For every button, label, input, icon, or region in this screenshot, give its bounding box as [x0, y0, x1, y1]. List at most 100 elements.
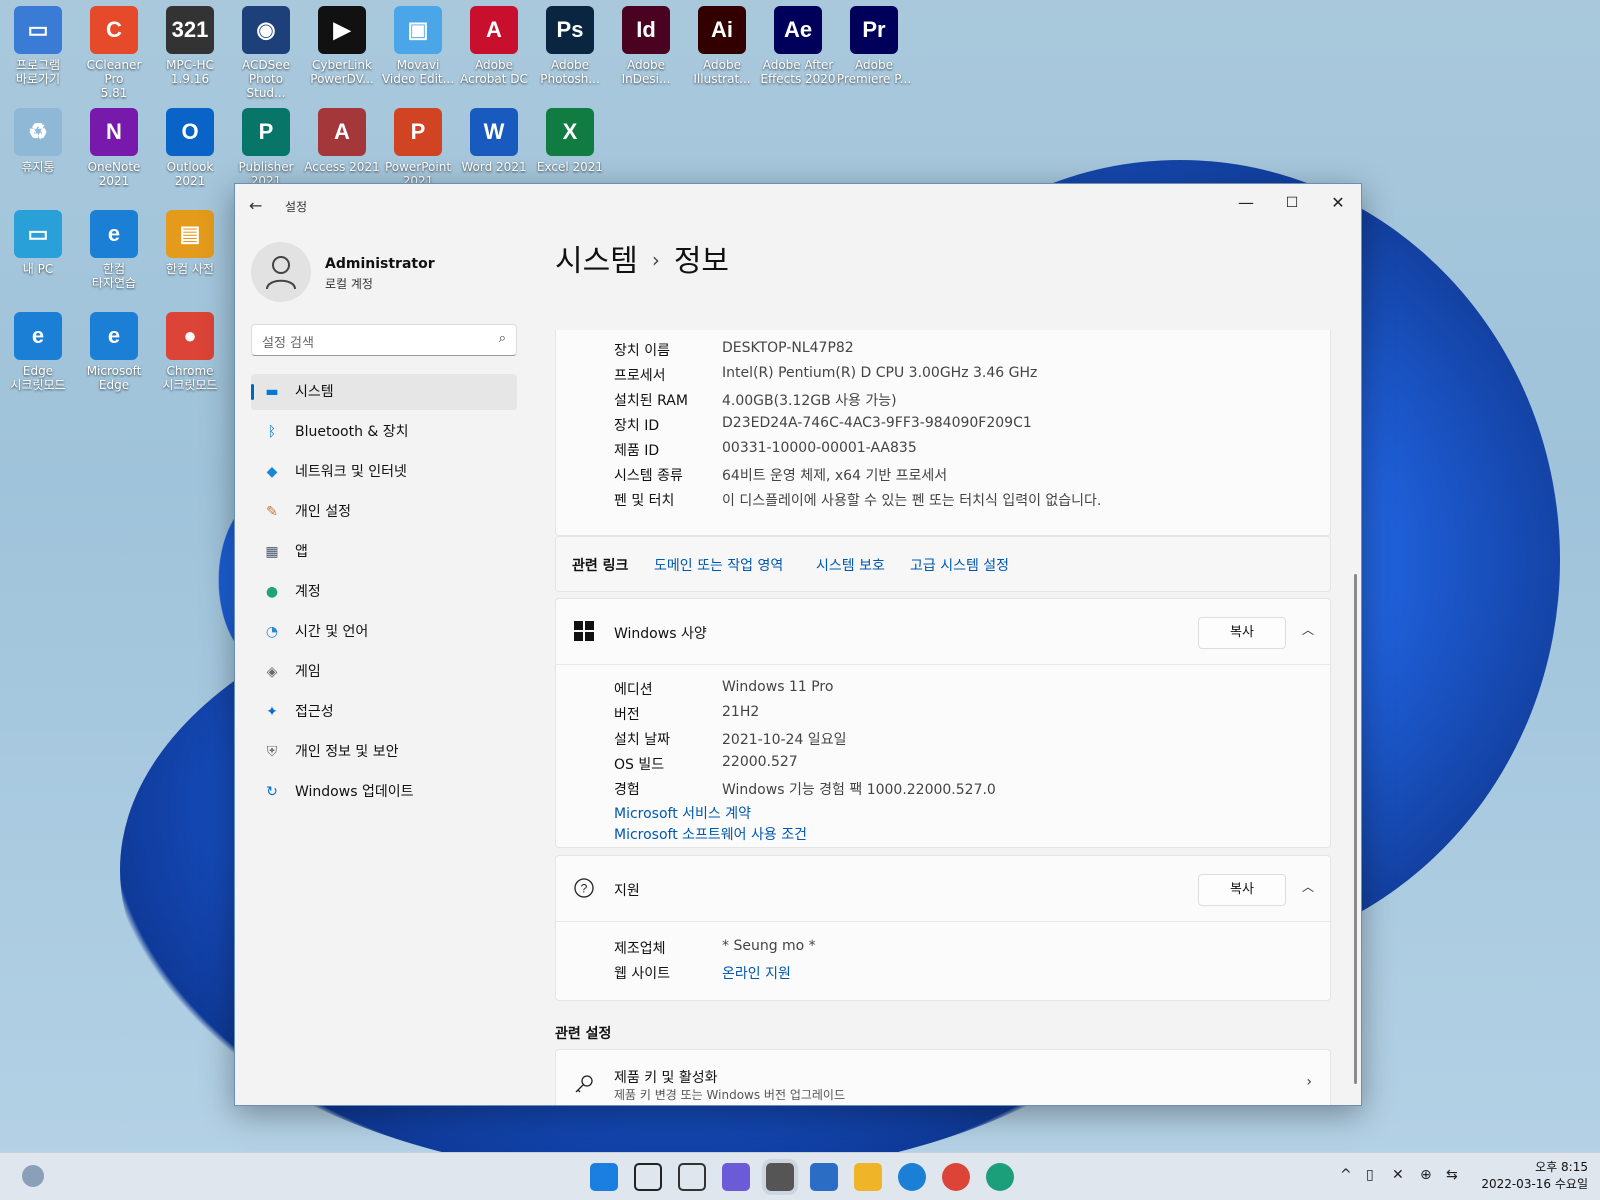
taskbar-start-icon[interactable]: [590, 1163, 618, 1191]
desktop-icon[interactable]: Ps Adobe Photosh...: [532, 6, 608, 86]
avatar: [251, 242, 311, 302]
related-link-domain[interactable]: 도메인 또는 작업 영역: [654, 555, 783, 575]
taskbar-explorer-icon[interactable]: [854, 1163, 882, 1191]
spec-value: 이 디스플레이에 사용할 수 있는 펜 또는 터치식 입력이 없습니다.: [722, 493, 1102, 509]
back-arrow-icon[interactable]: ←: [249, 196, 269, 216]
sidebar-item-label: 개인 정보 및 보안: [295, 744, 399, 760]
chevron-up-icon[interactable]: ︿: [1302, 878, 1314, 895]
desktop-icon[interactable]: C CCleaner Pro 5.81: [76, 6, 152, 100]
desktop-icon[interactable]: ▤ 한컴 사전: [152, 210, 228, 276]
windows-spec-header[interactable]: Windows 사양 복사 ︿: [556, 599, 1330, 665]
spec-value: D23ED24A-746C-4AC3-9FF3-984090F209C1: [722, 415, 1032, 431]
close-button[interactable]: ✕: [1315, 188, 1361, 218]
windows-spec-label: 버전: [614, 707, 640, 723]
desktop-icon[interactable]: Ai Adobe Illustrat...: [684, 6, 760, 86]
ms-license-terms-link[interactable]: Microsoft 소프트웨어 사용 조건: [614, 824, 807, 844]
desktop-icon[interactable]: e Edge 시크릿모드: [0, 312, 76, 392]
desktop-icon-label: CCleaner Pro 5.81: [86, 58, 142, 100]
sidebar-item-label: 개인 설정: [295, 504, 351, 520]
desktop-icon[interactable]: Pr Adobe Premiere P...: [836, 6, 912, 86]
taskbar-store-icon[interactable]: [810, 1163, 838, 1191]
sidebar-item[interactable]: ▦ 앱: [251, 534, 517, 570]
windows-spec-value: 2021-10-24 일요일: [722, 732, 847, 748]
tray-icon[interactable]: ^: [1340, 1167, 1352, 1183]
sidebar-item[interactable]: ⛨ 개인 정보 및 보안: [251, 734, 517, 770]
chevron-right-icon: ›: [1306, 1074, 1312, 1090]
taskbar-chat-icon[interactable]: [722, 1163, 750, 1191]
tray-icon[interactable]: ⇆: [1446, 1167, 1458, 1183]
windows-spec-value: Windows 11 Pro: [722, 679, 834, 695]
taskbar-search-icon[interactable]: [634, 1163, 662, 1191]
desktop-icon[interactable]: ♻ 휴지통: [0, 108, 76, 174]
desktop-icon[interactable]: ▭ 내 PC: [0, 210, 76, 276]
clock[interactable]: 오후 8:15 2022-03-16 수요일: [1481, 1159, 1588, 1193]
desktop-icon[interactable]: N OneNote 2021: [76, 108, 152, 188]
taskbar-edge-dev-icon[interactable]: [986, 1163, 1014, 1191]
sidebar-item[interactable]: ◈ 게임: [251, 654, 517, 690]
related-link-system-protection[interactable]: 시스템 보호: [816, 555, 885, 575]
sidebar-item[interactable]: ▬ 시스템: [251, 374, 517, 410]
breadcrumb-parent[interactable]: 시스템: [555, 244, 638, 279]
desktop-icon[interactable]: P Publisher 2021: [228, 108, 304, 188]
support-copy-button[interactable]: 복사: [1198, 874, 1286, 906]
sidebar-item-label: 계정: [295, 584, 321, 600]
desktop-icon[interactable]: e 한컴 타자연습: [76, 210, 152, 290]
windows-spec-label: 에디션: [614, 682, 653, 698]
desktop-icon[interactable]: ▶ CyberLink PowerDV...: [304, 6, 380, 86]
help-icon: ?: [574, 878, 594, 898]
nav-icon: ✎: [266, 504, 278, 520]
chevron-up-icon[interactable]: ︿: [1302, 621, 1314, 638]
support-header[interactable]: ? 지원 복사 ︿: [556, 856, 1330, 922]
sidebar-item[interactable]: ✦ 접근성: [251, 694, 517, 730]
desktop-icon[interactable]: ◉ ACDSee Photo Stud...: [228, 6, 304, 100]
widgets-icon[interactable]: [22, 1165, 44, 1187]
sidebar-item[interactable]: ✎ 개인 설정: [251, 494, 517, 530]
taskbar: ^ ▯ ✕ ⊕ ⇆ 오후 8:15 2022-03-16 수요일: [0, 1152, 1600, 1200]
desktop-icon[interactable]: ▭ 프로그램 바로가기: [0, 6, 76, 86]
desktop-icon[interactable]: A Access 2021: [304, 108, 380, 174]
sidebar-item[interactable]: ᛒ Bluetooth & 장치: [251, 414, 517, 450]
sidebar-item[interactable]: ◆ 네트워크 및 인터넷: [251, 454, 517, 490]
desktop-icon[interactable]: O Outlook 2021: [152, 108, 228, 188]
desktop-icon-label: Edge 시크릿모드: [10, 364, 66, 392]
desktop-icon[interactable]: Ae Adobe After Effects 2020: [760, 6, 836, 86]
taskbar-task-view-icon[interactable]: [678, 1163, 706, 1191]
main-content: 시스템 › 정보 장치 이름 DESKTOP-NL47P82 프로세서 Intel(R) …: [555, 228, 1361, 1105]
sidebar-item-label: 앱: [295, 544, 308, 560]
desktop-icon[interactable]: X Excel 2021: [532, 108, 608, 174]
maximize-button[interactable]: ☐: [1269, 188, 1315, 218]
desktop-icon[interactable]: 321 MPC-HC 1.9.16: [152, 6, 228, 86]
desktop-icon[interactable]: e Microsoft Edge: [76, 312, 152, 392]
product-key-card[interactable]: 제품 키 및 활성화 제품 키 변경 또는 Windows 버전 업그레이드 ›: [555, 1049, 1331, 1105]
settings-search-input[interactable]: 설정 검색 ⌕: [251, 324, 517, 356]
desktop-icon-label: 한컴 사전: [166, 262, 214, 276]
desktop-icon-label: Adobe Acrobat DC: [460, 58, 528, 86]
desktop-icon[interactable]: ▣ Movavi Video Edit...: [380, 6, 456, 86]
scrollbar[interactable]: [1354, 574, 1357, 1084]
app-icon: Ae: [774, 6, 822, 54]
desktop-icon[interactable]: ● Chrome 시크릿모드: [152, 312, 228, 392]
user-card[interactable]: Administrator 로컬 계정: [251, 242, 521, 302]
taskbar-settings-icon[interactable]: [766, 1163, 794, 1191]
online-support-link[interactable]: 온라인 지원: [722, 963, 791, 983]
tray-icon[interactable]: ✕: [1392, 1167, 1404, 1183]
minimize-button[interactable]: —: [1223, 188, 1269, 218]
sidebar-item-label: 네트워크 및 인터넷: [295, 464, 407, 480]
desktop-icon[interactable]: W Word 2021: [456, 108, 532, 174]
taskbar-chrome-icon[interactable]: [942, 1163, 970, 1191]
sidebar-item[interactable]: ◔ 시간 및 언어: [251, 614, 517, 650]
windows-spec-copy-button[interactable]: 복사: [1198, 617, 1286, 649]
title-bar[interactable]: ← 설정 — ☐ ✕: [235, 184, 1361, 228]
ms-service-agreement-link[interactable]: Microsoft 서비스 계약: [614, 803, 751, 823]
desktop-icon-label: Access 2021: [304, 160, 380, 174]
taskbar-edge-icon[interactable]: [898, 1163, 926, 1191]
tray-icon[interactable]: ⊕: [1420, 1167, 1432, 1183]
desktop-icon[interactable]: P PowerPoint 2021: [380, 108, 456, 188]
sidebar-item[interactable]: ● 계정: [251, 574, 517, 610]
sidebar-item[interactable]: ↻ Windows 업데이트: [251, 774, 517, 810]
desktop-icon-label: Adobe After Effects 2020: [760, 58, 836, 86]
tray-icon[interactable]: ▯: [1366, 1167, 1374, 1183]
desktop-icon[interactable]: Id Adobe InDesi...: [608, 6, 684, 86]
related-link-advanced-settings[interactable]: 고급 시스템 설정: [910, 555, 1009, 575]
desktop-icon[interactable]: A Adobe Acrobat DC: [456, 6, 532, 86]
